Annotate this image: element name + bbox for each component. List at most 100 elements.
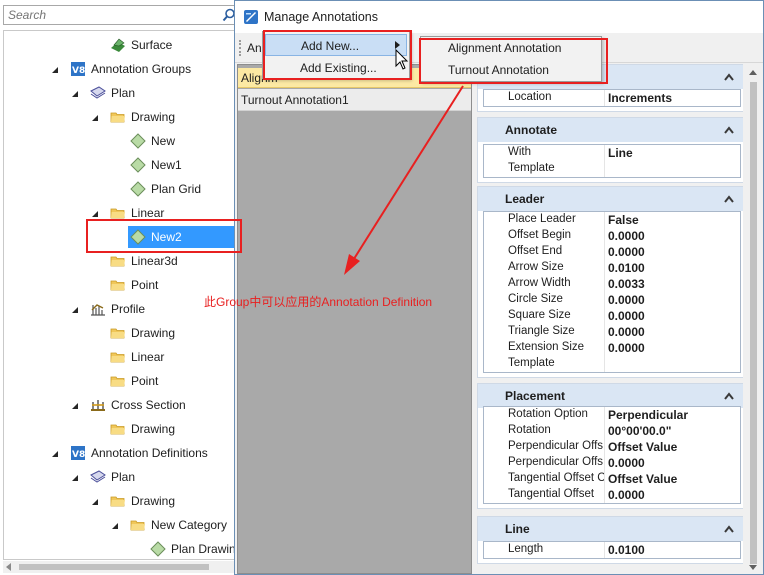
property-value[interactable]: 00°00'00.0" (608, 424, 671, 438)
property-key: Tangential Offset (508, 488, 595, 500)
property-value[interactable]: 0.0033 (608, 277, 645, 291)
scroll-up-icon[interactable] (749, 70, 757, 75)
property-value[interactable]: Line (608, 146, 633, 160)
property-value[interactable]: False (608, 213, 639, 227)
expand-arrow-icon[interactable] (50, 448, 60, 458)
property-value[interactable]: 0.0000 (608, 325, 645, 339)
property-row[interactable]: Rotation Option Perpendicular (484, 407, 740, 423)
highlight-box-submenu (419, 38, 608, 84)
tree-item[interactable]: Plan (4, 81, 238, 105)
scroll-down-icon[interactable] (749, 565, 757, 570)
tree-item-label: Drawing (131, 326, 176, 340)
expand-arrow-icon[interactable] (70, 400, 80, 410)
collapse-chevron-icon[interactable] (724, 525, 734, 533)
collapse-chevron-icon[interactable] (724, 392, 734, 400)
property-value[interactable]: 0.0000 (608, 341, 645, 355)
property-row[interactable]: Offset End 0.0000 (484, 244, 740, 260)
tree-item[interactable]: V8 Annotation Definitions (4, 441, 238, 465)
property-row[interactable]: Extension Size 0.0000 (484, 340, 740, 356)
tree-item-label: Annotation Groups (91, 62, 192, 76)
horizontal-scrollbar[interactable] (3, 561, 239, 573)
section-header[interactable]: Placement (478, 384, 743, 408)
property-row[interactable]: Template (484, 161, 740, 177)
explorer-panel: Surface V8 Annotation Groups Plan Drawing New… (0, 0, 242, 575)
property-row[interactable]: Tangential Offset C Offset Value (484, 471, 740, 487)
property-section: Line Length 0.0100 (477, 516, 743, 564)
expand-arrow-icon[interactable] (110, 520, 120, 530)
grid-divider (604, 439, 605, 455)
tree-item[interactable]: New Category (4, 513, 238, 537)
property-row[interactable]: Length 0.0100 (484, 542, 740, 558)
tree-item[interactable]: Linear (4, 345, 238, 369)
tree-item[interactable]: New (4, 129, 238, 153)
expand-arrow-icon[interactable] (50, 64, 60, 74)
property-value[interactable]: 0.0100 (608, 543, 645, 557)
tree-item[interactable]: V8 Annotation Groups (4, 57, 238, 81)
tree-item[interactable]: Profile (4, 297, 238, 321)
property-row[interactable]: Location Increments (484, 90, 740, 106)
property-row[interactable]: Triangle Size 0.0000 (484, 324, 740, 340)
expand-arrow-icon[interactable] (70, 304, 80, 314)
property-row[interactable]: Arrow Size 0.0100 (484, 260, 740, 276)
grid-divider (604, 244, 605, 260)
property-row[interactable]: With Line (484, 145, 740, 161)
search-input[interactable] (4, 6, 214, 24)
property-key: Template (508, 357, 555, 369)
tree-item[interactable]: New1 (4, 153, 238, 177)
property-grid: Length 0.0100 (483, 541, 741, 559)
property-row[interactable]: Rotation 00°00'00.0" (484, 423, 740, 439)
dialog-titlebar[interactable]: Manage Annotations (235, 1, 763, 33)
property-row[interactable]: Perpendicular Offs Offset Value (484, 439, 740, 455)
scrollbar-thumb[interactable] (750, 82, 757, 564)
tree-item[interactable]: Point (4, 273, 238, 297)
tree-item[interactable]: Surface (4, 33, 238, 57)
property-row[interactable]: Perpendicular Offs 0.0000 (484, 455, 740, 471)
property-row[interactable]: Arrow Width 0.0033 (484, 276, 740, 292)
property-row[interactable]: Template (484, 356, 740, 372)
expand-arrow-icon[interactable] (90, 208, 100, 218)
tree-item-label: Linear (131, 206, 165, 220)
scroll-left-icon[interactable] (6, 563, 11, 571)
expand-arrow-icon[interactable] (90, 496, 100, 506)
property-value[interactable]: 0.0000 (608, 488, 645, 502)
tree-item[interactable]: Plan Grid (4, 177, 238, 201)
collapse-chevron-icon[interactable] (724, 73, 734, 81)
tree-item[interactable]: Drawing (4, 321, 238, 345)
section-header[interactable]: Leader (478, 187, 743, 211)
property-value[interactable]: 0.0000 (608, 245, 645, 259)
property-value[interactable]: 0.0000 (608, 456, 645, 470)
property-value[interactable]: Perpendicular (608, 408, 688, 422)
tree-item[interactable]: Drawing (4, 489, 238, 513)
section-header[interactable]: Annotate (478, 118, 743, 142)
property-row[interactable]: Tangential Offset 0.0000 (484, 487, 740, 503)
section-header[interactable]: Line (478, 517, 743, 541)
scrollbar-thumb[interactable] (19, 564, 209, 570)
tree-item[interactable]: Plan Drawing (4, 537, 238, 559)
add-menu-button[interactable]: An (247, 41, 262, 55)
collapse-chevron-icon[interactable] (724, 126, 734, 134)
property-value[interactable]: 0.0000 (608, 309, 645, 323)
tree-item[interactable]: Drawing (4, 105, 238, 129)
expand-arrow-icon[interactable] (90, 112, 100, 122)
tree-item[interactable]: Cross Section (4, 393, 238, 417)
property-value[interactable]: Offset Value (608, 440, 677, 454)
tree-item[interactable]: Drawing (4, 417, 238, 441)
property-value[interactable]: Increments (608, 91, 672, 105)
expand-arrow-icon[interactable] (70, 88, 80, 98)
tree-item[interactable]: Point (4, 369, 238, 393)
property-value[interactable]: Offset Value (608, 472, 677, 486)
property-value[interactable]: 0.0000 (608, 293, 645, 307)
list-item[interactable]: Turnout Annotation1 (238, 89, 471, 111)
property-row[interactable]: Square Size 0.0000 (484, 308, 740, 324)
property-key: Perpendicular Offs (508, 456, 604, 468)
property-value[interactable]: 0.0100 (608, 261, 645, 275)
property-row[interactable]: Offset Begin 0.0000 (484, 228, 740, 244)
property-value[interactable]: 0.0000 (608, 229, 645, 243)
tree-item[interactable]: Plan (4, 465, 238, 489)
expand-arrow-icon[interactable] (70, 472, 80, 482)
collapse-chevron-icon[interactable] (724, 195, 734, 203)
search-box[interactable] (3, 5, 239, 25)
properties-scrollbar[interactable] (745, 64, 762, 574)
property-row[interactable]: Place Leader False (484, 212, 740, 228)
property-row[interactable]: Circle Size 0.0000 (484, 292, 740, 308)
